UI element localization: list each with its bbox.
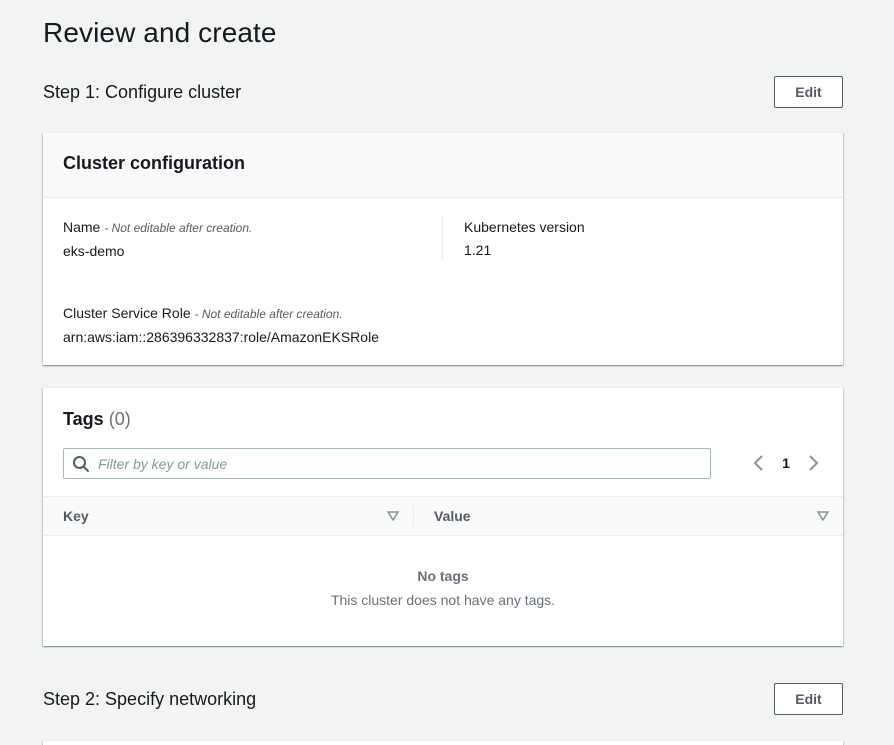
cluster-configuration-card: Cluster configuration Name - Not editabl…: [43, 132, 843, 365]
column-header-key-label: Key: [63, 508, 89, 524]
service-role-field: Cluster Service Role - Not editable afte…: [63, 304, 379, 346]
column-header-key[interactable]: Key: [43, 497, 413, 535]
service-role-label: Cluster Service Role: [63, 305, 191, 321]
sort-down-icon: [387, 511, 399, 521]
page-title: Review and create: [43, 17, 277, 48]
name-hint: - Not editable after creation.: [104, 221, 253, 235]
search-icon: [73, 455, 89, 472]
tags-title-label: Tags: [63, 409, 104, 429]
tags-search-box[interactable]: [63, 448, 711, 479]
next-page-button[interactable]: [804, 452, 824, 474]
tags-title: Tags (0): [63, 409, 131, 430]
sort-down-icon: [817, 511, 829, 521]
step2-edit-button[interactable]: Edit: [774, 683, 843, 715]
step1-title: Step 1: Configure cluster: [43, 81, 242, 102]
current-page-number[interactable]: 1: [768, 455, 804, 471]
name-label: Name: [63, 219, 101, 235]
service-role-hint: - Not editable after creation.: [194, 307, 343, 321]
networking-card: [43, 740, 843, 745]
column-header-value-label: Value: [434, 508, 471, 524]
name-field: Name - Not editable after creation. eks-…: [63, 218, 252, 260]
service-role-value: arn:aws:iam::286396332837:role/AmazonEKS…: [63, 329, 379, 345]
kubernetes-version-label: Kubernetes version: [464, 219, 585, 235]
tags-empty-state: No tags This cluster does not have any t…: [43, 568, 843, 608]
kubernetes-version-field: Kubernetes version 1.21: [464, 218, 585, 259]
tags-table-header: Key Value: [43, 496, 843, 536]
empty-state-title: No tags: [417, 568, 469, 584]
empty-state-description: This cluster does not have any tags.: [330, 592, 556, 608]
tags-search-input[interactable]: [98, 449, 710, 478]
kubernetes-version-value: 1.21: [464, 242, 492, 258]
column-header-value[interactable]: Value: [413, 505, 843, 527]
review-and-create-page: Review and create Step 1: Configure clus…: [0, 0, 894, 745]
name-value: eks-demo: [63, 243, 125, 259]
step1-header: Step 1: Configure cluster Edit: [43, 76, 843, 108]
previous-page-button[interactable]: [748, 452, 768, 474]
step2-title: Step 2: Specify networking: [43, 688, 257, 709]
tags-card: Tags (0) 1 Key: [43, 387, 843, 646]
pagination: 1: [748, 452, 824, 474]
cluster-configuration-header: Cluster configuration: [43, 133, 843, 198]
chevron-right-icon: [809, 455, 819, 471]
tags-count: (0): [108, 409, 131, 429]
step2-header: Step 2: Specify networking Edit: [43, 683, 843, 715]
step1-edit-button[interactable]: Edit: [774, 76, 843, 108]
chevron-left-icon: [753, 455, 763, 471]
column-divider: [442, 215, 443, 260]
